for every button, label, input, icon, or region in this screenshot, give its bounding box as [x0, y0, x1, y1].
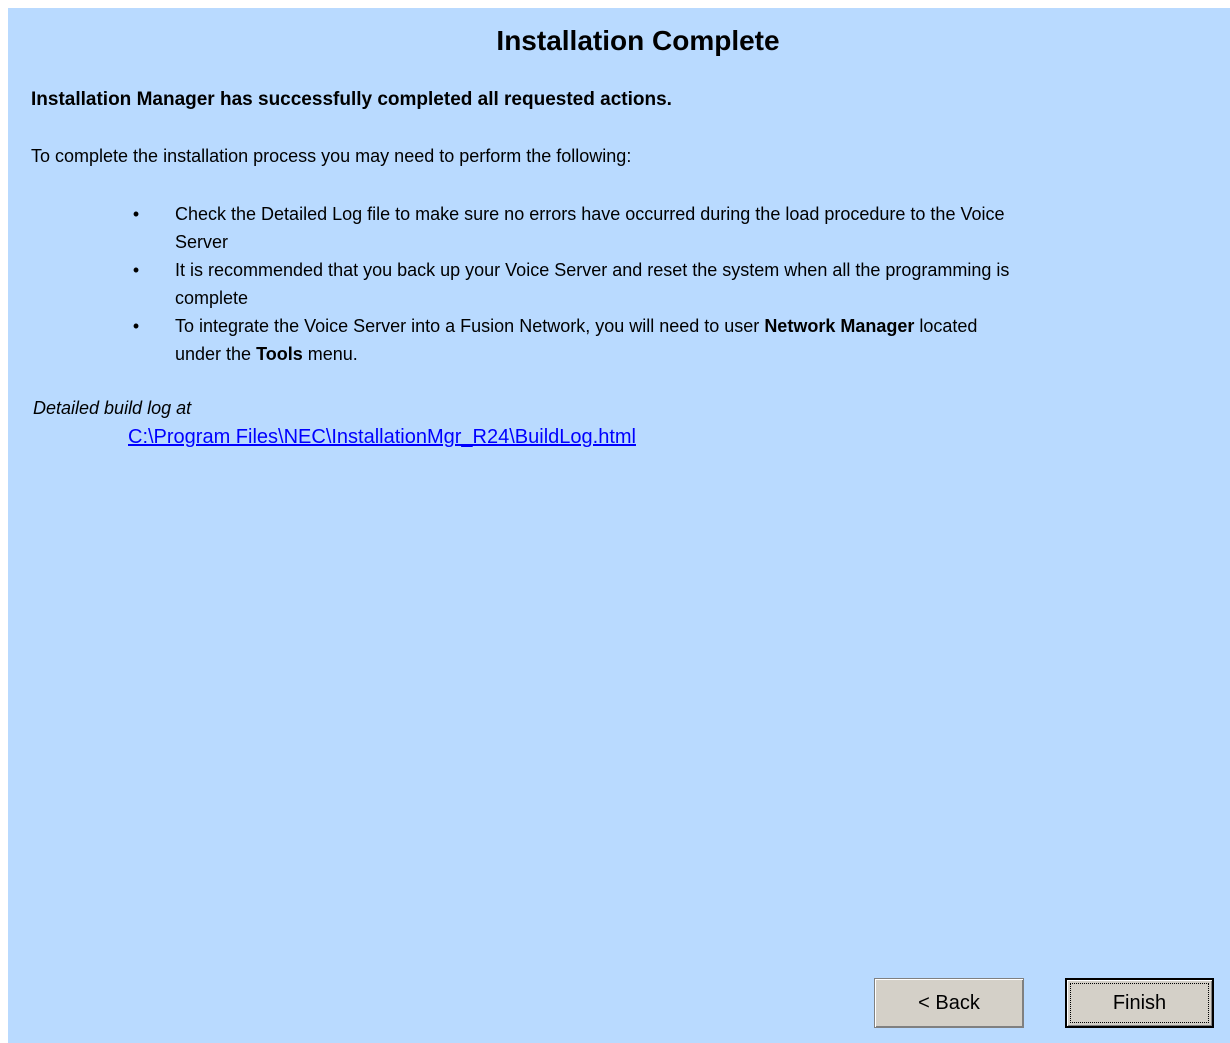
list-item-text: Check the Detailed Log file to make sure… — [175, 204, 1005, 252]
list-item: • Check the Detailed Log file to make su… — [8, 200, 1015, 256]
next-steps-list: • Check the Detailed Log file to make su… — [8, 200, 1015, 368]
wizard-panel: Installation Complete Installation Manag… — [8, 8, 1230, 1043]
back-button-label: < Back — [918, 991, 980, 1014]
list-item-text: To integrate the Voice Server into a Fus… — [175, 316, 977, 364]
finish-button-label: Finish — [1112, 991, 1167, 1014]
list-item-text-part: To integrate the Voice Server into a Fus… — [175, 316, 765, 336]
network-manager-emphasis: Network Manager — [764, 316, 915, 336]
build-log-label: Detailed build log at — [33, 398, 192, 418]
list-item: • To integrate the Voice Server into a F… — [8, 312, 1015, 368]
build-log-link[interactable]: C:\Program Files\NEC\InstallationMgr_R24… — [128, 425, 636, 449]
bullet-icon: • — [132, 316, 140, 336]
list-item-text: It is recommended that you back up your … — [175, 260, 1010, 308]
tools-emphasis: Tools — [256, 344, 303, 364]
finish-button[interactable]: Finish — [1065, 978, 1214, 1028]
bullet-icon: • — [132, 260, 140, 280]
success-headline: Installation Manager has successfully co… — [31, 89, 672, 110]
list-item-text-part: menu. — [302, 344, 358, 364]
list-item: • It is recommended that you back up you… — [8, 256, 1015, 312]
back-button[interactable]: < Back — [874, 978, 1024, 1028]
page-title: Installation Complete — [496, 25, 780, 56]
intro-text: To complete the installation process you… — [31, 146, 632, 166]
bullet-icon: • — [132, 204, 140, 224]
